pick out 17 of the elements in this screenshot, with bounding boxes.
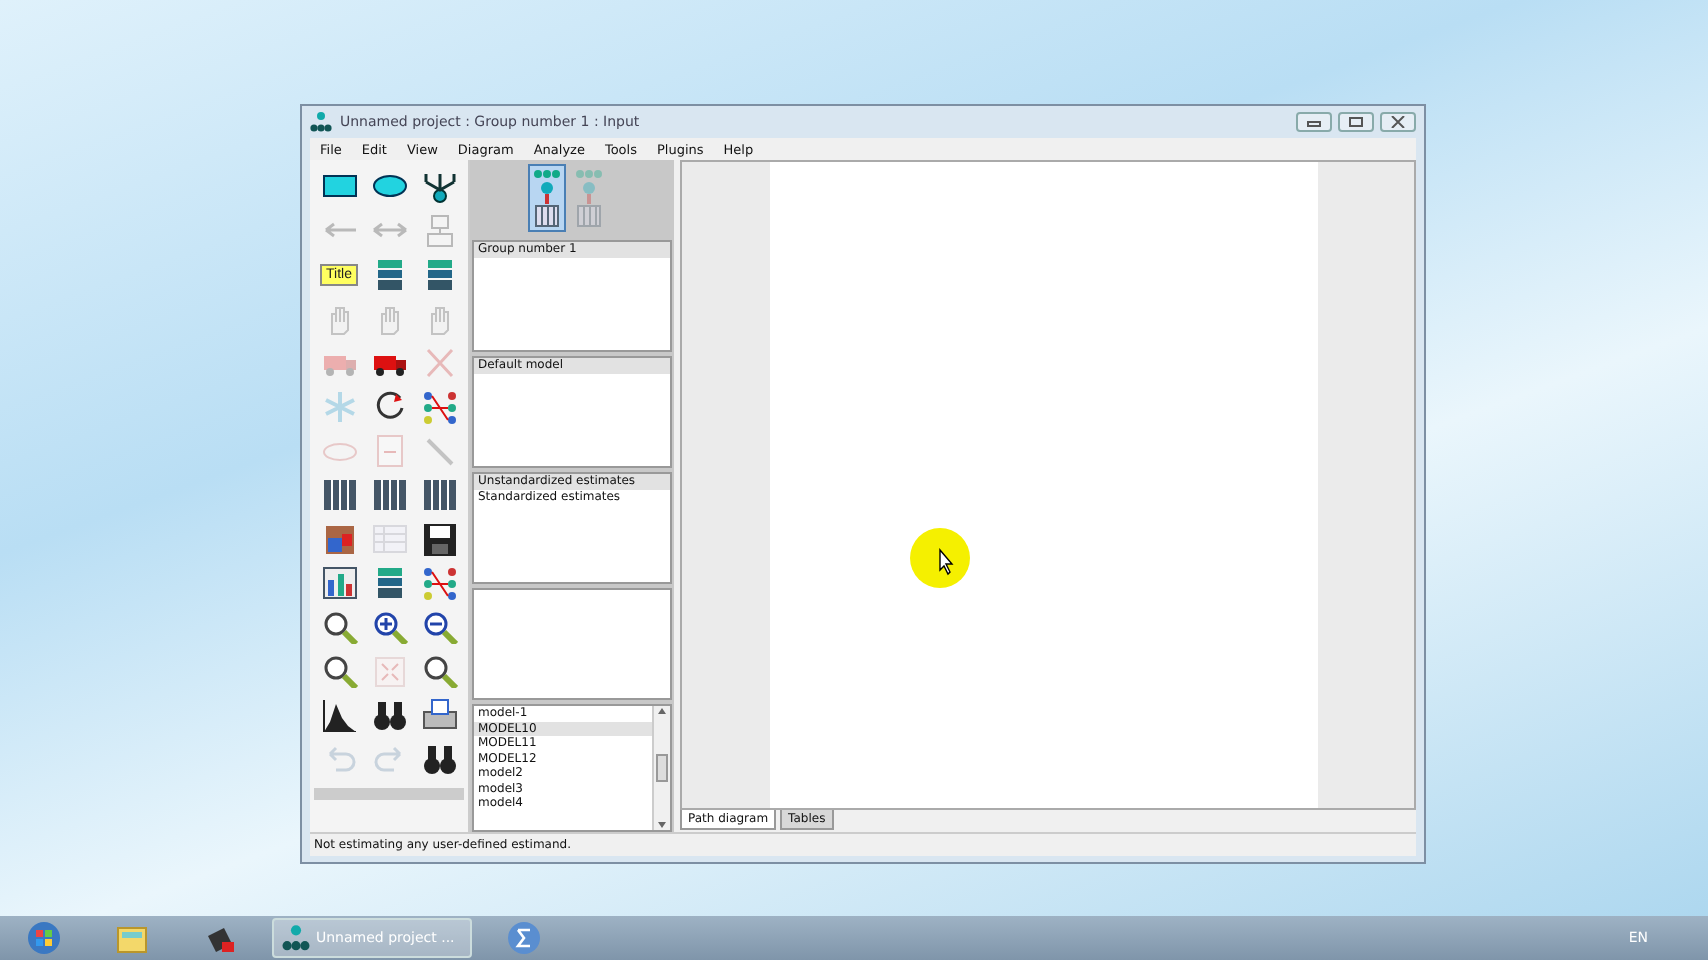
diagram-view-button[interactable] — [528, 164, 566, 232]
network-icon — [310, 112, 332, 132]
maximize-icon — [1348, 116, 1364, 128]
histogram-icon[interactable] — [317, 696, 361, 732]
minimize-icon — [1306, 116, 1322, 128]
chart-icon[interactable] — [317, 564, 361, 600]
start-orb-icon — [26, 920, 62, 956]
cursor-highlight — [908, 526, 972, 590]
down-arrow-icon[interactable] — [656, 820, 668, 830]
up-arrow-icon[interactable] — [656, 706, 668, 716]
scroll-thumb[interactable] — [656, 754, 668, 782]
network-icon — [282, 924, 310, 952]
maximize-button[interactable] — [1338, 112, 1374, 132]
printer-icon[interactable] — [417, 696, 461, 732]
close-icon — [1390, 116, 1406, 128]
close-button[interactable] — [1380, 112, 1416, 132]
minimize-button[interactable] — [1296, 112, 1332, 132]
